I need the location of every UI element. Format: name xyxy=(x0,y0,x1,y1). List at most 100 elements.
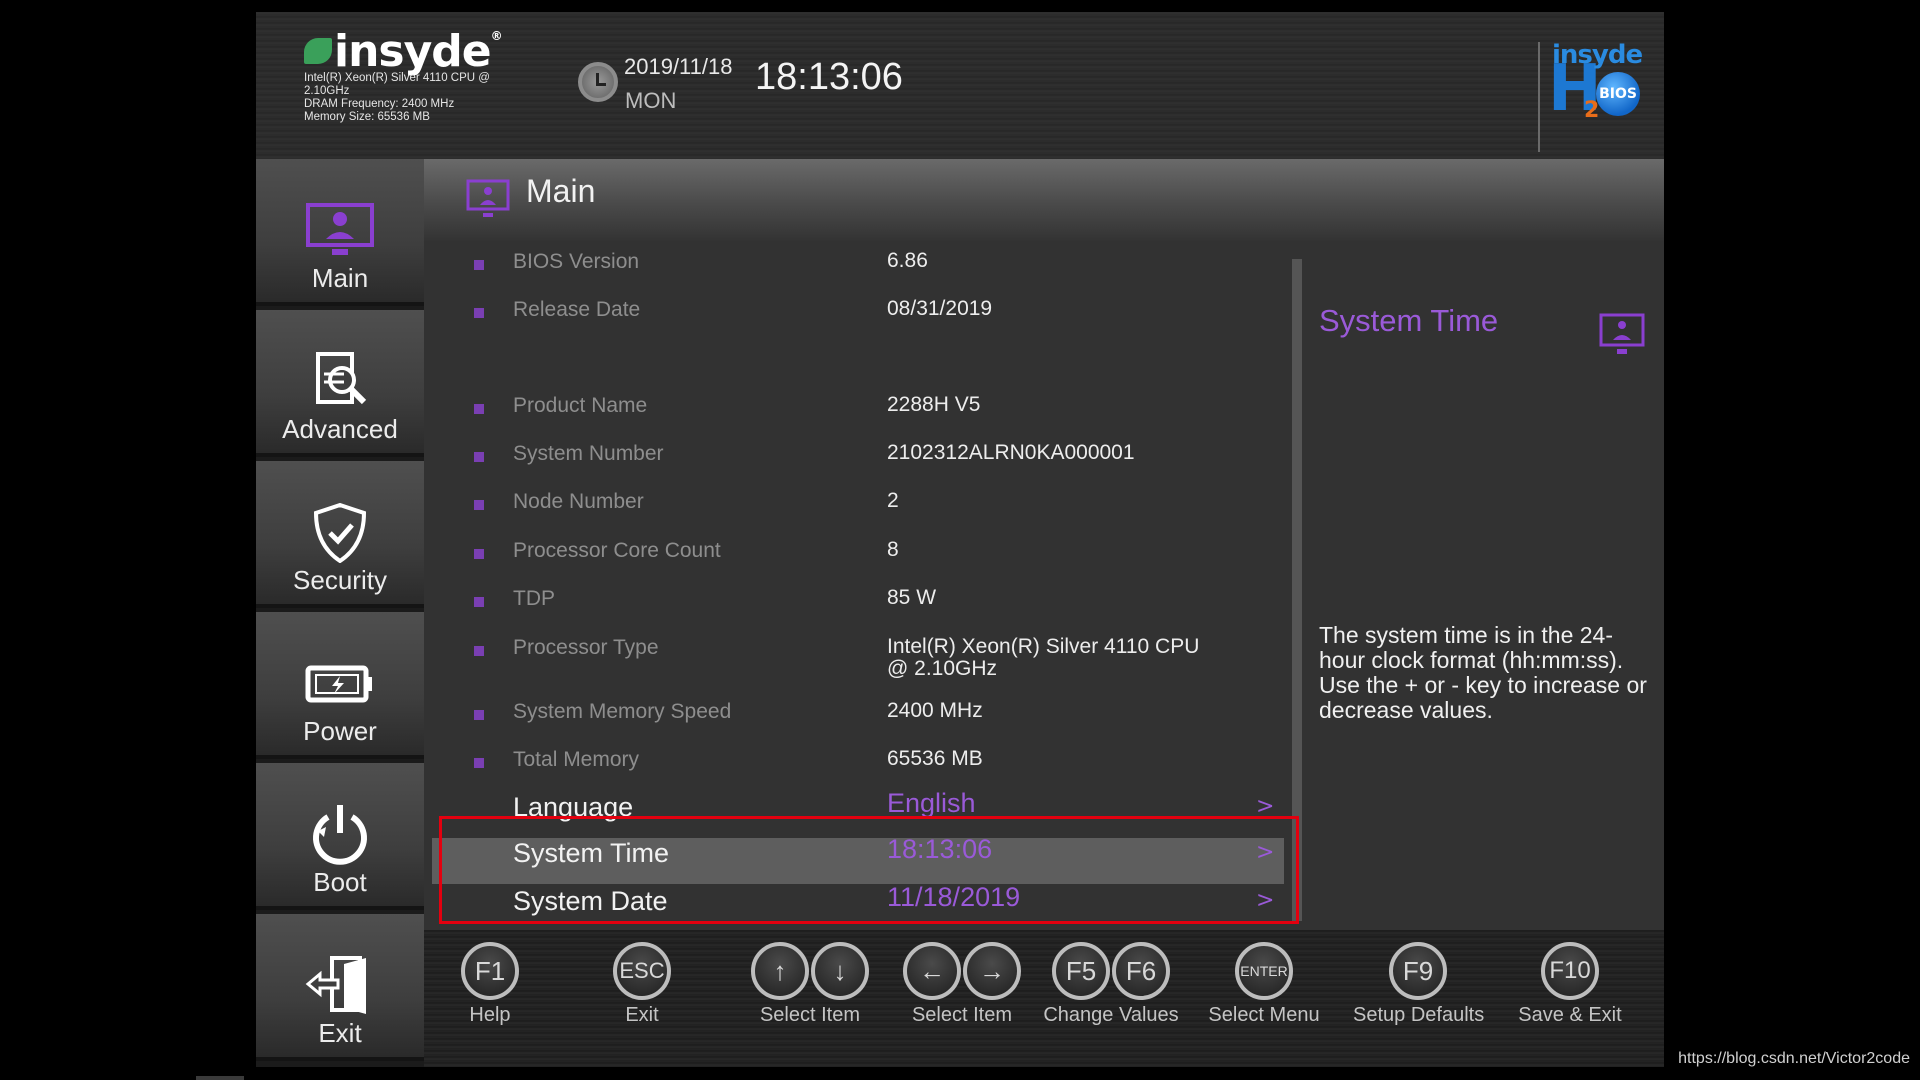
page-title: Main xyxy=(526,173,596,209)
key-setup-defaults[interactable]: F9 Setup Defaults xyxy=(1353,942,1485,1027)
info-value: 6.86 xyxy=(887,249,928,272)
sidebar-item-boot[interactable]: Boot xyxy=(256,763,424,910)
chevron-right-icon: > xyxy=(1256,840,1275,865)
key-caption: Setup Defaults xyxy=(1353,1004,1485,1026)
help-panel: System Time The system time is in the 24… xyxy=(1304,241,1664,930)
setting-label: System Time xyxy=(513,838,670,868)
enter-key-icon[interactable]: ENTER xyxy=(1235,942,1293,1000)
sidebar-item-exit[interactable]: Exit xyxy=(256,914,424,1061)
arrow-down-icon[interactable]: ↓ xyxy=(811,942,869,1000)
key-help[interactable]: F1 Help xyxy=(455,942,525,1027)
setting-value[interactable]: English xyxy=(887,790,976,817)
info-row-processor-type: Processor Type Intel(R) Xeon(R) Silver 4… xyxy=(424,632,1284,688)
key-caption: Exit xyxy=(625,1004,659,1026)
info-label: TDP xyxy=(513,587,555,610)
info-value: 65536 MB xyxy=(887,747,983,770)
info-value: 2288H V5 xyxy=(887,393,981,416)
help-description: The system time is in the 24-hour clock … xyxy=(1319,622,1647,723)
cpu-line-1: Intel(R) Xeon(R) Silver 4110 CPU @ xyxy=(304,72,490,84)
info-row-memory-speed: System Memory Speed 2400 MHz xyxy=(424,696,1284,732)
system-info: Intel(R) Xeon(R) Silver 4110 CPU @ 2.10G… xyxy=(304,72,490,124)
info-label: Processor Core Count xyxy=(513,539,721,562)
bullet-icon xyxy=(474,452,484,462)
setting-label: Language xyxy=(513,792,634,822)
info-row-bios-version: BIOS Version 6.86 xyxy=(424,246,1284,282)
logo-insyde-text: insyde xyxy=(1552,40,1643,70)
info-label: Node Number xyxy=(513,490,644,513)
setting-language[interactable]: Language English > xyxy=(424,790,1284,838)
bullet-icon xyxy=(474,404,484,414)
power-icon xyxy=(313,805,367,865)
bullet-icon xyxy=(474,758,484,768)
scrollbar[interactable] xyxy=(1292,259,1302,921)
key-select-menu[interactable]: ENTER Select Menu xyxy=(1204,942,1324,1027)
setting-label: System Date xyxy=(513,886,668,916)
sidebar-item-label: Power xyxy=(303,716,377,746)
page-edge-mark xyxy=(196,1076,244,1080)
sidebar-item-advanced[interactable]: Advanced xyxy=(256,310,424,457)
scrollbar-thumb[interactable] xyxy=(1292,259,1302,921)
watermark-url: https://blog.csdn.net/Victor2code xyxy=(1678,1050,1910,1067)
key-exit[interactable]: ESC Exit xyxy=(607,942,677,1027)
setting-system-time[interactable]: System Time 18:13:06 > xyxy=(432,836,1284,884)
help-title: System Time xyxy=(1319,303,1499,338)
bullet-icon xyxy=(474,646,484,656)
info-row-system-number: System Number 2102312ALRN0KA000001 xyxy=(424,438,1284,474)
monitor-user-icon xyxy=(1599,313,1645,354)
dram-frequency: DRAM Frequency: 2400 MHz xyxy=(304,98,455,110)
setting-system-date[interactable]: System Date 11/18/2019 > xyxy=(424,884,1284,932)
sidebar: Main Advanced Security Power Boot Exit xyxy=(256,159,424,1067)
info-row-tdp: TDP 85 W xyxy=(424,583,1284,619)
arrow-right-icon[interactable]: → xyxy=(963,942,1021,1000)
info-label: Product Name xyxy=(513,394,648,417)
key-caption: Help xyxy=(469,1004,511,1026)
sidebar-item-label: Main xyxy=(311,263,369,293)
key-change-values[interactable]: F5 F6 Change Values xyxy=(1041,942,1181,1027)
info-value: 2400 MHz xyxy=(887,699,983,722)
info-row-release-date: Release Date 08/31/2019 xyxy=(424,294,1284,330)
sidebar-item-label: Exit xyxy=(318,1018,362,1048)
info-row-core-count: Processor Core Count 8 xyxy=(424,535,1284,571)
insyde-swoosh-icon xyxy=(304,38,332,64)
insyde-logo: insyde® xyxy=(304,26,503,77)
f6-key-icon[interactable]: F6 xyxy=(1112,942,1170,1000)
info-label: Processor Type xyxy=(513,636,659,659)
info-label: Total Memory xyxy=(513,748,640,771)
f1-key-icon[interactable]: F1 xyxy=(461,942,519,1000)
info-value: 85 W xyxy=(887,586,937,609)
info-value: 2102312ALRN0KA000001 xyxy=(887,441,1135,464)
esc-key-icon[interactable]: ESC xyxy=(613,942,671,1000)
info-label: BIOS Version xyxy=(513,250,640,273)
monitor-user-icon xyxy=(466,179,510,217)
key-caption: Change Values xyxy=(1043,1004,1179,1026)
footer-keybar: F1 Help ESC Exit ↑ ↓ Select Item ← → Sel… xyxy=(424,930,1664,1067)
battery-bolt-icon xyxy=(305,665,372,703)
info-value: 08/31/2019 xyxy=(887,297,993,320)
exit-door-icon xyxy=(305,956,366,1014)
info-label: System Memory Speed xyxy=(513,700,732,723)
sidebar-item-label: Boot xyxy=(313,867,367,897)
header: insyde® Intel(R) Xeon(R) Silver 4110 CPU… xyxy=(256,12,1664,159)
setting-value[interactable]: 11/18/2019 xyxy=(887,884,1020,911)
arrow-left-icon[interactable]: ← xyxy=(903,942,961,1000)
sidebar-item-main[interactable]: Main xyxy=(256,159,424,306)
header-time: 18:13:06 xyxy=(755,56,903,98)
chevron-right-icon: > xyxy=(1256,888,1275,913)
document-search-icon xyxy=(316,352,367,405)
key-select-item-horizontal[interactable]: ← → Select Item xyxy=(892,942,1032,1027)
sidebar-item-power[interactable]: Power xyxy=(256,612,424,759)
key-save-exit[interactable]: F10 Save & Exit xyxy=(1510,942,1630,1027)
header-date: 2019/11/18 xyxy=(624,54,733,79)
sidebar-item-security[interactable]: Security xyxy=(256,461,424,608)
setting-value[interactable]: 18:13:06 xyxy=(887,836,992,863)
f5-key-icon[interactable]: F5 xyxy=(1052,942,1110,1000)
header-divider xyxy=(1538,42,1540,152)
header-day: MON xyxy=(625,88,677,113)
arrow-up-icon[interactable]: ↑ xyxy=(751,942,809,1000)
f10-key-icon[interactable]: F10 xyxy=(1541,942,1599,1000)
key-select-item-vertical[interactable]: ↑ ↓ Select Item xyxy=(740,942,880,1027)
info-row-total-memory: Total Memory 65536 MB xyxy=(424,744,1284,780)
bios-badge-icon: BIOS xyxy=(1596,72,1640,116)
f9-key-icon[interactable]: F9 xyxy=(1389,942,1447,1000)
info-label: System Number xyxy=(513,442,664,465)
